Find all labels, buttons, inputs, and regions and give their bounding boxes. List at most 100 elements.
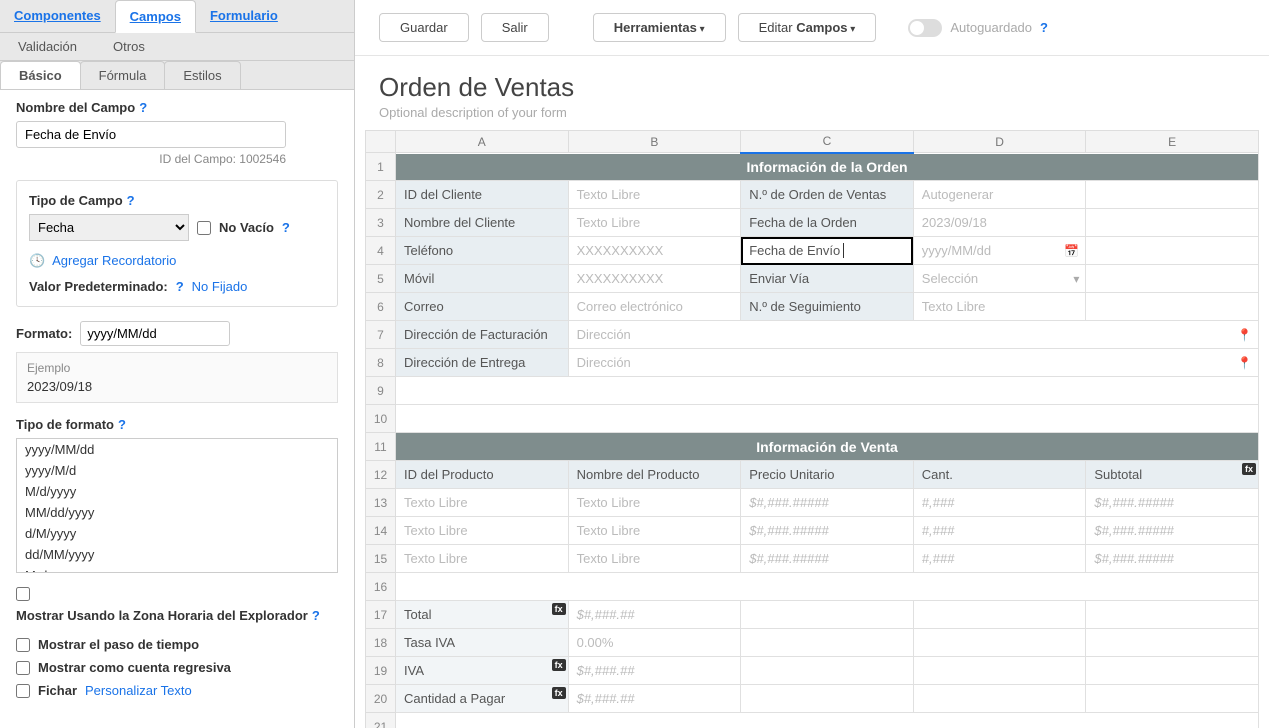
exit-button[interactable]: Salir	[481, 13, 549, 42]
cell[interactable]: $#,###.#####	[741, 489, 914, 517]
subtab-basico[interactable]: Básico	[0, 61, 81, 89]
help-icon[interactable]: ?	[139, 100, 147, 115]
format-option[interactable]: M/d/yyyy	[17, 481, 337, 502]
cell[interactable]: $#,###.#####	[1086, 545, 1259, 573]
subtab-otros[interactable]: Otros	[95, 33, 163, 60]
format-option[interactable]: d/M/yyyy	[17, 523, 337, 544]
col-head-e[interactable]: E	[1086, 131, 1259, 153]
cell[interactable]	[1086, 181, 1259, 209]
field-type-select[interactable]: Fecha	[29, 214, 189, 241]
cell[interactable]: Dirección📍	[568, 349, 1258, 377]
row-num[interactable]: 16	[366, 573, 396, 601]
cell[interactable]: Texto Libre	[568, 181, 741, 209]
autosave-toggle[interactable]	[908, 19, 942, 37]
format-type-list[interactable]: yyyy/MM/dd yyyy/M/d M/d/yyyy MM/dd/yyyy …	[16, 438, 338, 573]
cell[interactable]: N.º de Orden de Ventas	[741, 181, 914, 209]
help-icon[interactable]: ?	[1040, 20, 1048, 35]
row-num[interactable]: 2	[366, 181, 396, 209]
save-button[interactable]: Guardar	[379, 13, 469, 42]
tab-campos[interactable]: Campos	[115, 0, 196, 33]
cell[interactable]: Nombre del Producto	[568, 461, 741, 489]
row-num[interactable]: 6	[366, 293, 396, 321]
cell[interactable]	[913, 685, 1086, 713]
cell[interactable]: Tasa IVA	[396, 629, 569, 657]
help-icon[interactable]: ?	[127, 193, 135, 208]
col-head-c[interactable]: C	[741, 131, 914, 153]
add-reminder-link[interactable]: Agregar Recordatorio	[52, 253, 176, 268]
cell[interactable]: #,###	[913, 517, 1086, 545]
row-num[interactable]: 18	[366, 629, 396, 657]
cell[interactable]: Fecha de la Orden	[741, 209, 914, 237]
cell[interactable]: $#,###.##	[568, 657, 741, 685]
cell[interactable]: $#,###.##	[568, 601, 741, 629]
subtab-validacion[interactable]: Validación	[0, 33, 95, 60]
row-num[interactable]: 4	[366, 237, 396, 265]
help-icon[interactable]: ?	[312, 608, 320, 623]
cell[interactable]: 2023/09/18	[913, 209, 1086, 237]
cell[interactable]: Texto Libre	[396, 517, 569, 545]
cell[interactable]: Texto Libre	[396, 489, 569, 517]
cell[interactable]: Teléfono	[396, 237, 569, 265]
cell[interactable]	[1086, 657, 1259, 685]
cell[interactable]: ID del Cliente	[396, 181, 569, 209]
col-head-b[interactable]: B	[568, 131, 741, 153]
cell[interactable]: Totalfx	[396, 601, 569, 629]
cell[interactable]: $#,###.#####	[1086, 489, 1259, 517]
cell[interactable]: Móvil	[396, 265, 569, 293]
format-option[interactable]: yyyy/M/d	[17, 460, 337, 481]
tools-dropdown[interactable]: Herramientas	[593, 13, 726, 42]
format-option[interactable]: yyyy/MM/dd	[17, 439, 337, 460]
cell[interactable]: Cantidad a Pagarfx	[396, 685, 569, 713]
cell[interactable]: #,###	[913, 489, 1086, 517]
cell[interactable]: ID del Producto	[396, 461, 569, 489]
format-input[interactable]	[80, 321, 230, 346]
cell[interactable]	[1086, 293, 1259, 321]
cell[interactable]	[1086, 237, 1259, 265]
row-num[interactable]: 5	[366, 265, 396, 293]
cell[interactable]: N.º de Seguimiento	[741, 293, 914, 321]
cell[interactable]: Texto Libre	[568, 517, 741, 545]
subtab-formula[interactable]: Fórmula	[80, 61, 166, 89]
col-head-d[interactable]: D	[913, 131, 1086, 153]
row-num[interactable]: 7	[366, 321, 396, 349]
timestep-checkbox[interactable]	[16, 638, 30, 652]
subtab-estilos[interactable]: Estilos	[164, 61, 240, 89]
row-num[interactable]: 9	[366, 377, 396, 405]
cell[interactable]: Texto Libre	[568, 545, 741, 573]
tab-formulario[interactable]: Formulario	[196, 0, 292, 32]
default-value-link[interactable]: No Fijado	[192, 279, 248, 294]
cell[interactable]: Texto Libre	[913, 293, 1086, 321]
tab-componentes[interactable]: Componentes	[0, 0, 115, 32]
row-num[interactable]: 19	[366, 657, 396, 685]
cell[interactable]: Correo	[396, 293, 569, 321]
cell[interactable]	[396, 713, 1259, 728]
countdown-checkbox[interactable]	[16, 661, 30, 675]
cell[interactable]	[741, 657, 914, 685]
help-icon[interactable]: ?	[118, 417, 126, 432]
format-option[interactable]: dd/MM/yyyy	[17, 544, 337, 565]
cell[interactable]: Subtotalfx	[1086, 461, 1259, 489]
col-head-a[interactable]: A	[396, 131, 569, 153]
cell[interactable]: Dirección📍	[568, 321, 1258, 349]
row-num[interactable]: 1	[366, 153, 396, 181]
cell[interactable]: $#,###.##	[568, 685, 741, 713]
row-num[interactable]: 3	[366, 209, 396, 237]
format-option[interactable]: MM/dd/yyyy	[17, 502, 337, 523]
format-option[interactable]: M-d-yyyy	[17, 565, 337, 573]
help-icon[interactable]: ?	[176, 279, 184, 294]
cell[interactable]: Texto Libre	[568, 489, 741, 517]
row-num[interactable]: 14	[366, 517, 396, 545]
row-num[interactable]: 13	[366, 489, 396, 517]
section-header-sale[interactable]: Información de Venta	[396, 433, 1259, 461]
cell[interactable]	[396, 573, 1259, 601]
cell[interactable]: $#,###.#####	[1086, 517, 1259, 545]
cell[interactable]	[913, 657, 1086, 685]
row-num[interactable]: 20	[366, 685, 396, 713]
cell[interactable]: #,###	[913, 545, 1086, 573]
cell[interactable]: Cant.	[913, 461, 1086, 489]
cell[interactable]	[1086, 265, 1259, 293]
selected-cell[interactable]: Fecha de Envío	[741, 237, 914, 265]
cell[interactable]: Selección▾	[913, 265, 1086, 293]
cell[interactable]: $#,###.#####	[741, 517, 914, 545]
row-num[interactable]: 8	[366, 349, 396, 377]
